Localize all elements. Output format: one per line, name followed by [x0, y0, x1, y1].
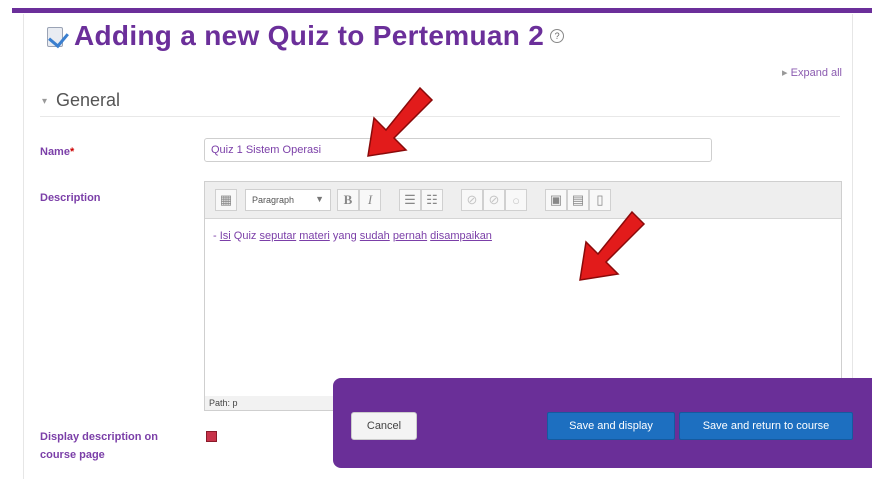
- page-title-text: Adding a new Quiz to Pertemuan 2: [74, 20, 545, 51]
- page-border-left: [23, 14, 24, 479]
- unlink-icon[interactable]: ⊘: [483, 189, 505, 211]
- anchor-icon[interactable]: ○: [505, 189, 527, 211]
- page-border-right: [852, 14, 853, 384]
- section-general-label: General: [56, 90, 121, 110]
- editor-content[interactable]: - Isi Quiz seputar materi yang sudah per…: [213, 230, 492, 242]
- name-label: Name*: [40, 146, 75, 158]
- cancel-button[interactable]: Cancel: [351, 412, 417, 440]
- help-icon[interactable]: ?: [550, 29, 565, 43]
- annotation-arrow-name: [367, 86, 434, 157]
- link-icon[interactable]: ⊘: [461, 189, 483, 211]
- description-label: Description: [40, 192, 101, 204]
- save-and-return-button[interactable]: Save and return to course: [679, 412, 853, 440]
- display-description-label: Display description on course page: [40, 431, 158, 461]
- image-icon[interactable]: ▣: [545, 189, 567, 211]
- chevron-down-icon: ▼: [315, 194, 324, 204]
- section-general[interactable]: ▾ General: [40, 88, 840, 117]
- editor-path: Path: p: [205, 396, 335, 410]
- expand-all-link[interactable]: Expand all: [782, 66, 842, 79]
- collapse-caret-icon: ▾: [42, 96, 48, 107]
- display-description-checkbox[interactable]: [206, 431, 217, 442]
- quiz-icon: [44, 25, 69, 49]
- page-title: Adding a new Quiz to Pertemuan 2 ?: [44, 18, 565, 54]
- paragraph-select[interactable]: Paragraph ▼: [245, 189, 331, 211]
- numbered-list-icon[interactable]: ☷: [421, 189, 443, 211]
- top-accent-line: [12, 8, 872, 13]
- top-bar: [0, 0, 872, 14]
- italic-icon[interactable]: I: [359, 189, 381, 211]
- editor-toolbar: ▦ Paragraph ▼ B I ☰ ☷ ⊘ ⊘ ○ ▣ ▤ ▯: [205, 182, 841, 219]
- annotation-arrow-description: [579, 210, 646, 281]
- bullet-list-icon[interactable]: ☰: [399, 189, 421, 211]
- bold-icon[interactable]: B: [337, 189, 359, 211]
- action-bar: Cancel Save and display Save and return …: [333, 378, 872, 468]
- required-mark: *: [69, 146, 75, 158]
- save-and-display-button[interactable]: Save and display: [547, 412, 675, 440]
- description-editor[interactable]: ▦ Paragraph ▼ B I ☰ ☷ ⊘ ⊘ ○ ▣ ▤ ▯ - Isi Q…: [204, 181, 842, 411]
- name-input[interactable]: [204, 138, 712, 162]
- toggle-toolbar-icon[interactable]: ▦: [215, 189, 237, 211]
